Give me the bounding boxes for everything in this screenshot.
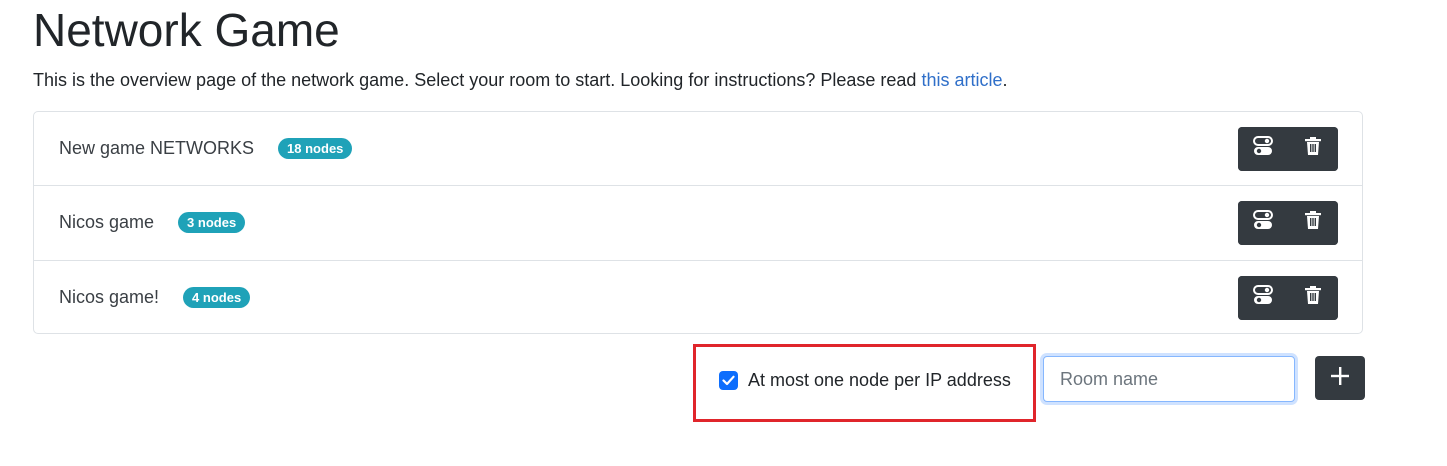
room-item[interactable]: Nicos game 3 nodes — [34, 186, 1362, 261]
room-actions — [1238, 275, 1338, 320]
trash-icon — [1305, 286, 1321, 309]
plus-icon — [1330, 366, 1350, 391]
toggle-room-button[interactable] — [1238, 200, 1288, 245]
page: Network Game This is the overview page o… — [0, 0, 1447, 466]
room-name[interactable]: Nicos game! — [59, 287, 159, 308]
delete-room-button[interactable] — [1288, 126, 1338, 171]
intro-end: . — [1002, 70, 1008, 90]
room-name-wrap: New game NETWORKS 18 nodes — [59, 112, 353, 185]
room-name-input[interactable] — [1043, 356, 1295, 402]
node-count-badge: 3 nodes — [178, 212, 246, 234]
room-actions — [1238, 126, 1338, 171]
room-name[interactable]: Nicos game — [59, 212, 154, 233]
node-count-badge: 18 nodes — [278, 138, 353, 160]
trash-icon — [1305, 137, 1321, 160]
page-title: Network Game — [33, 4, 340, 56]
toggle-icon — [1253, 285, 1273, 310]
room-name-wrap: Nicos game! 4 nodes — [59, 261, 251, 333]
instructions-link[interactable]: this article — [921, 70, 1002, 90]
node-count-badge: 4 nodes — [183, 287, 251, 309]
one-node-per-ip-option[interactable]: At most one node per IP address — [719, 370, 1011, 391]
room-list: New game NETWORKS 18 nodes Nicos game 3 … — [33, 111, 1363, 334]
one-node-per-ip-checkbox[interactable] — [719, 371, 738, 390]
one-node-per-ip-label: At most one node per IP address — [748, 370, 1011, 390]
delete-room-button[interactable] — [1288, 275, 1338, 320]
room-item[interactable]: New game NETWORKS 18 nodes — [34, 112, 1362, 187]
toggle-room-button[interactable] — [1238, 275, 1288, 320]
room-name[interactable]: New game NETWORKS — [59, 138, 254, 159]
room-actions — [1238, 200, 1338, 245]
intro-paragraph: This is the overview page of the network… — [33, 68, 1008, 92]
room-name-wrap: Nicos game 3 nodes — [59, 186, 246, 259]
add-room-button[interactable] — [1315, 356, 1365, 400]
trash-icon — [1305, 211, 1321, 234]
intro-text: This is the overview page of the network… — [33, 70, 922, 90]
delete-room-button[interactable] — [1288, 200, 1338, 245]
check-icon — [722, 370, 735, 391]
new-room-controls: At most one node per IP address — [0, 344, 1447, 424]
toggle-room-button[interactable] — [1238, 126, 1288, 171]
toggle-icon — [1253, 210, 1273, 235]
toggle-icon — [1253, 136, 1273, 161]
room-item[interactable]: Nicos game! 4 nodes — [34, 261, 1362, 333]
